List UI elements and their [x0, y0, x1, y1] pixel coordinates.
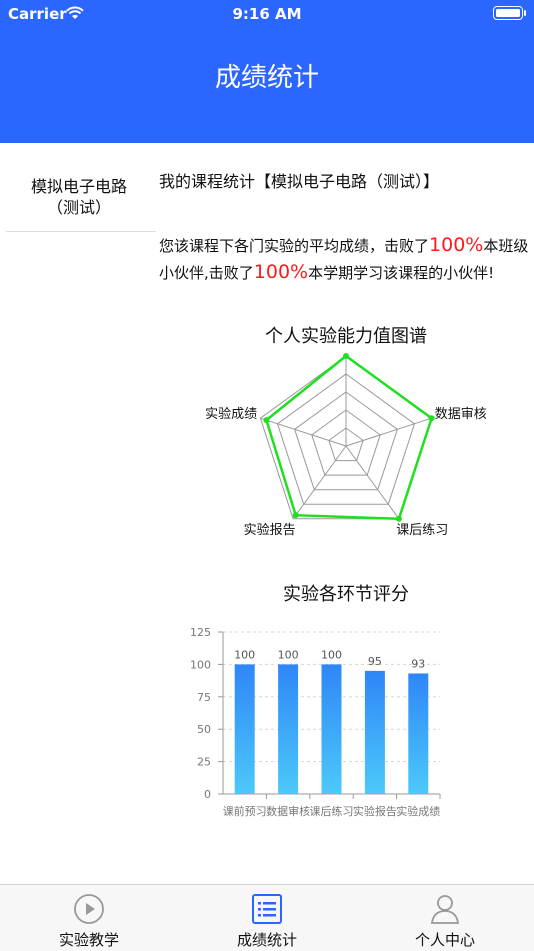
bar-category-label: 实验报告	[353, 804, 397, 818]
bar-value-label: 100	[234, 648, 255, 661]
summary-text: 您该课程下各门实验的平均成绩，击败了100%本班级小伙伴,击败了100%本学期学…	[159, 232, 531, 286]
tab-label: 成绩统计	[236, 931, 297, 949]
sidebar-course-name: 模拟电子电路	[30, 177, 127, 196]
summary-text-part3: 本学期学习该课程的小伙伴!	[308, 264, 495, 282]
tab-label: 实验教学	[58, 931, 119, 949]
bar-y-tick-label: 125	[190, 626, 211, 639]
radar-chart: 数据审核课后练习 实验报告 实验成绩	[205, 353, 487, 538]
bar-value-label: 93	[411, 657, 425, 670]
radar-axis-label: 实验成绩	[205, 406, 257, 422]
sidebar-divider	[6, 231, 156, 232]
bar-category-label: 课前预习	[223, 804, 267, 818]
bar-value-label: 100	[278, 648, 299, 661]
bar-y-tick-label: 100	[190, 658, 211, 671]
radar-data-point	[292, 512, 299, 519]
bar	[408, 673, 429, 794]
radar-axis-label: 数据审核	[435, 407, 487, 422]
tab-experiment-teaching[interactable]: 实验教学	[0, 885, 178, 951]
bar-value-label: 95	[368, 655, 382, 668]
bar-category-label: 数据审核	[266, 804, 310, 818]
radar-series-line	[264, 354, 434, 521]
tab-score-stats[interactable]: 成绩统计	[178, 885, 356, 951]
radar-data-point	[343, 353, 349, 359]
status-bar: Carrier 9:16 AM	[0, 0, 534, 28]
tab-label: 个人中心	[414, 931, 475, 949]
bar-category-label: 实验成绩	[396, 804, 440, 818]
play-circle-icon	[74, 894, 104, 924]
bar	[234, 664, 255, 794]
page-title: 成绩统计	[214, 63, 319, 93]
summary-text-part1: 您该课程下各门实验的平均成绩，击败了	[159, 237, 430, 255]
bar-category-label: 课后练习	[310, 804, 354, 818]
radar-data-point	[395, 515, 402, 522]
tab-personal-center[interactable]: 个人中心	[356, 885, 534, 951]
radar-axis-line	[292, 445, 347, 520]
bar-y-tick-label: 25	[197, 756, 211, 769]
course-heading: 我的课程统计【模拟电子电路（测试）】	[159, 172, 440, 191]
radar-data-point	[428, 415, 435, 422]
bar	[321, 664, 342, 794]
class-beat-percent: 100%	[429, 234, 484, 256]
bar	[364, 670, 385, 794]
list-icon	[252, 894, 282, 924]
radar-axis-label: 课后练习	[396, 523, 448, 538]
status-time: 9:16 AM	[232, 5, 302, 23]
bar-value-label: 100	[321, 648, 342, 661]
person-icon	[430, 895, 460, 924]
radar-axis-line	[345, 417, 432, 447]
sidebar-course-item[interactable]: 模拟电子电路 （测试）	[6, 176, 152, 218]
radar-axis-label: 实验报告	[244, 522, 296, 538]
radar-axis-line	[345, 445, 400, 520]
term-beat-percent: 100%	[253, 261, 309, 283]
bar-chart: 0 25 50 75 100 125 100 课前预习 100 数据审核 100 课后练习 95 实验报告…	[190, 626, 441, 818]
bar	[278, 664, 299, 794]
bar-chart-title: 实验各环节评分	[283, 584, 409, 605]
bar-y-tick-label: 0	[204, 788, 211, 801]
sidebar-course-suffix: （测试）	[46, 198, 111, 217]
radar-data-point	[263, 417, 270, 424]
tab-bar: 实验教学 成绩统计 个人中心	[0, 884, 534, 951]
battery-icon	[493, 6, 526, 20]
bar-y-tick-label: 75	[197, 691, 211, 704]
bar-y-tick-label: 50	[197, 723, 211, 736]
